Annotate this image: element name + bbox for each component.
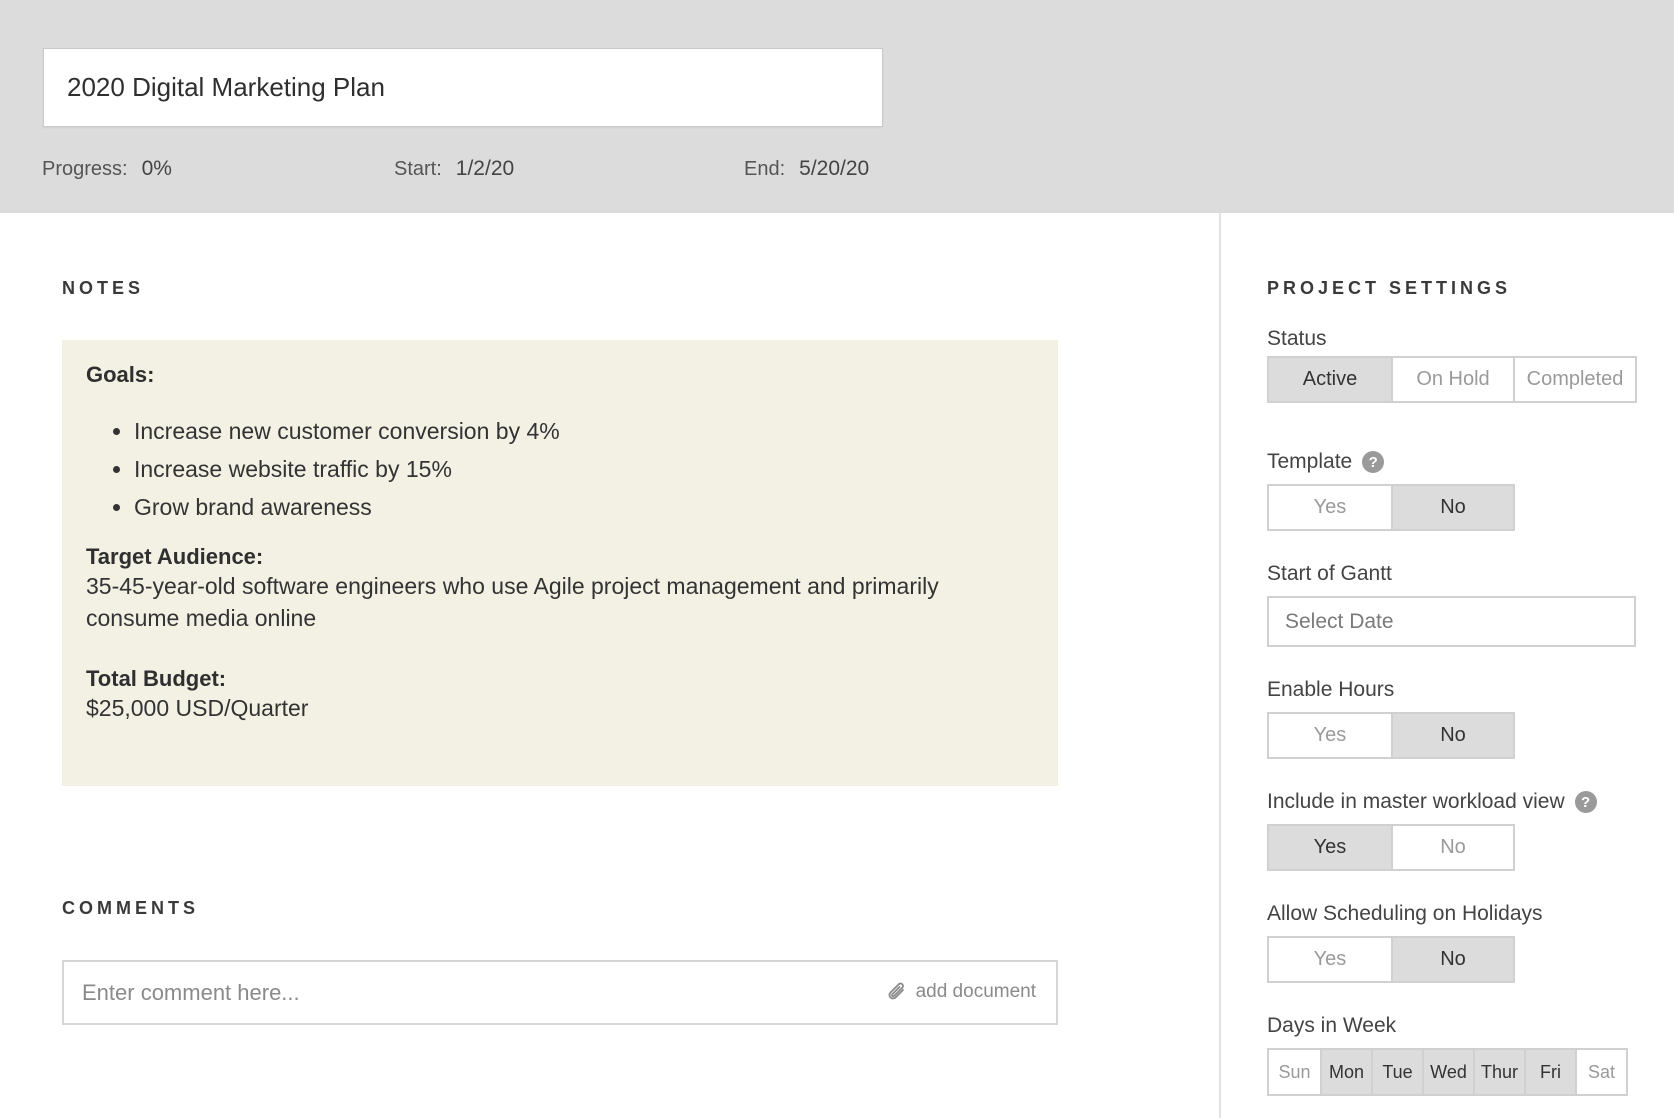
end-meta: End: 5/20/20	[744, 157, 869, 181]
day-sun[interactable]: Sun	[1269, 1050, 1320, 1094]
comment-box: add document	[62, 960, 1058, 1025]
gantt-start-date-input[interactable]	[1267, 596, 1636, 647]
template-no-option[interactable]: No	[1391, 486, 1513, 529]
day-thur[interactable]: Thur	[1473, 1050, 1524, 1094]
status-active-option[interactable]: Active	[1269, 358, 1391, 401]
panel-divider	[1219, 213, 1221, 1118]
notes-section-title: NOTES	[62, 278, 145, 298]
enable-hours-no-option[interactable]: No	[1391, 714, 1513, 757]
enable-hours-toggle: Yes No	[1267, 712, 1515, 759]
day-tue[interactable]: Tue	[1371, 1050, 1422, 1094]
audience-text: 35-45-year-old software engineers who us…	[86, 573, 939, 631]
template-toggle: Yes No	[1267, 484, 1515, 531]
progress-meta: Progress: 0%	[42, 157, 172, 181]
notes-editor[interactable]: Goals: Increase new customer conversion …	[62, 340, 1058, 786]
holidays-no-option[interactable]: No	[1391, 938, 1513, 981]
add-document-button[interactable]: add document	[886, 980, 1036, 1004]
add-document-label: add document	[915, 981, 1036, 1002]
status-on-hold-option[interactable]: On Hold	[1391, 358, 1513, 401]
budget-heading: Total Budget:	[86, 666, 227, 691]
goal-item: Increase website traffic by 15%	[134, 450, 1034, 488]
days-in-week-selector: Sun Mon Tue Wed Thur Fri Sat	[1267, 1048, 1628, 1096]
help-icon[interactable]: ?	[1362, 451, 1385, 473]
goals-heading: Goals:	[86, 362, 155, 387]
progress-value: 0%	[141, 157, 172, 180]
budget-text: $25,000 USD/Quarter	[86, 695, 309, 721]
comments-section-title: COMMENTS	[62, 898, 199, 918]
holidays-label: Allow Scheduling on Holidays	[1267, 902, 1543, 925]
days-in-week-label: Days in Week	[1267, 1014, 1397, 1037]
goals-list: Increase new customer conversion by 4% I…	[86, 412, 1034, 526]
day-sat[interactable]: Sat	[1575, 1050, 1626, 1094]
start-label: Start:	[394, 158, 442, 180]
end-value[interactable]: 5/20/20	[799, 157, 869, 180]
day-mon[interactable]: Mon	[1320, 1050, 1371, 1094]
status-toggle: Active On Hold Completed	[1267, 356, 1637, 403]
master-workload-label: Include in master workload view?	[1267, 790, 1597, 814]
audience-heading: Target Audience:	[86, 544, 264, 569]
progress-label: Progress:	[42, 158, 128, 180]
enable-hours-label: Enable Hours	[1267, 678, 1395, 701]
holidays-yes-option[interactable]: Yes	[1269, 938, 1391, 981]
goal-item: Increase new customer conversion by 4%	[134, 412, 1034, 450]
project-title-input[interactable]	[43, 48, 883, 127]
day-fri[interactable]: Fri	[1524, 1050, 1575, 1094]
template-label: Template?	[1267, 450, 1385, 474]
enable-hours-yes-option[interactable]: Yes	[1269, 714, 1391, 757]
start-value[interactable]: 1/2/20	[456, 157, 514, 180]
help-icon[interactable]: ?	[1574, 791, 1597, 813]
master-workload-yes-option[interactable]: Yes	[1269, 826, 1391, 869]
status-label: Status	[1267, 327, 1327, 350]
paperclip-icon	[888, 982, 904, 1000]
project-settings-title: PROJECT SETTINGS	[1267, 278, 1512, 298]
project-header: Progress: 0% Start: 1/2/20 End: 5/20/20	[0, 0, 1674, 213]
master-workload-no-option[interactable]: No	[1391, 826, 1513, 869]
day-wed[interactable]: Wed	[1422, 1050, 1473, 1094]
end-label: End:	[744, 158, 786, 180]
start-meta: Start: 1/2/20	[394, 157, 514, 181]
start-of-gantt-label: Start of Gantt	[1267, 562, 1392, 585]
status-completed-option[interactable]: Completed	[1513, 358, 1635, 401]
template-yes-option[interactable]: Yes	[1269, 486, 1391, 529]
master-workload-toggle: Yes No	[1267, 824, 1515, 871]
goal-item: Grow brand awareness	[134, 488, 1034, 526]
comment-input[interactable]	[82, 962, 782, 1023]
holidays-toggle: Yes No	[1267, 936, 1515, 983]
